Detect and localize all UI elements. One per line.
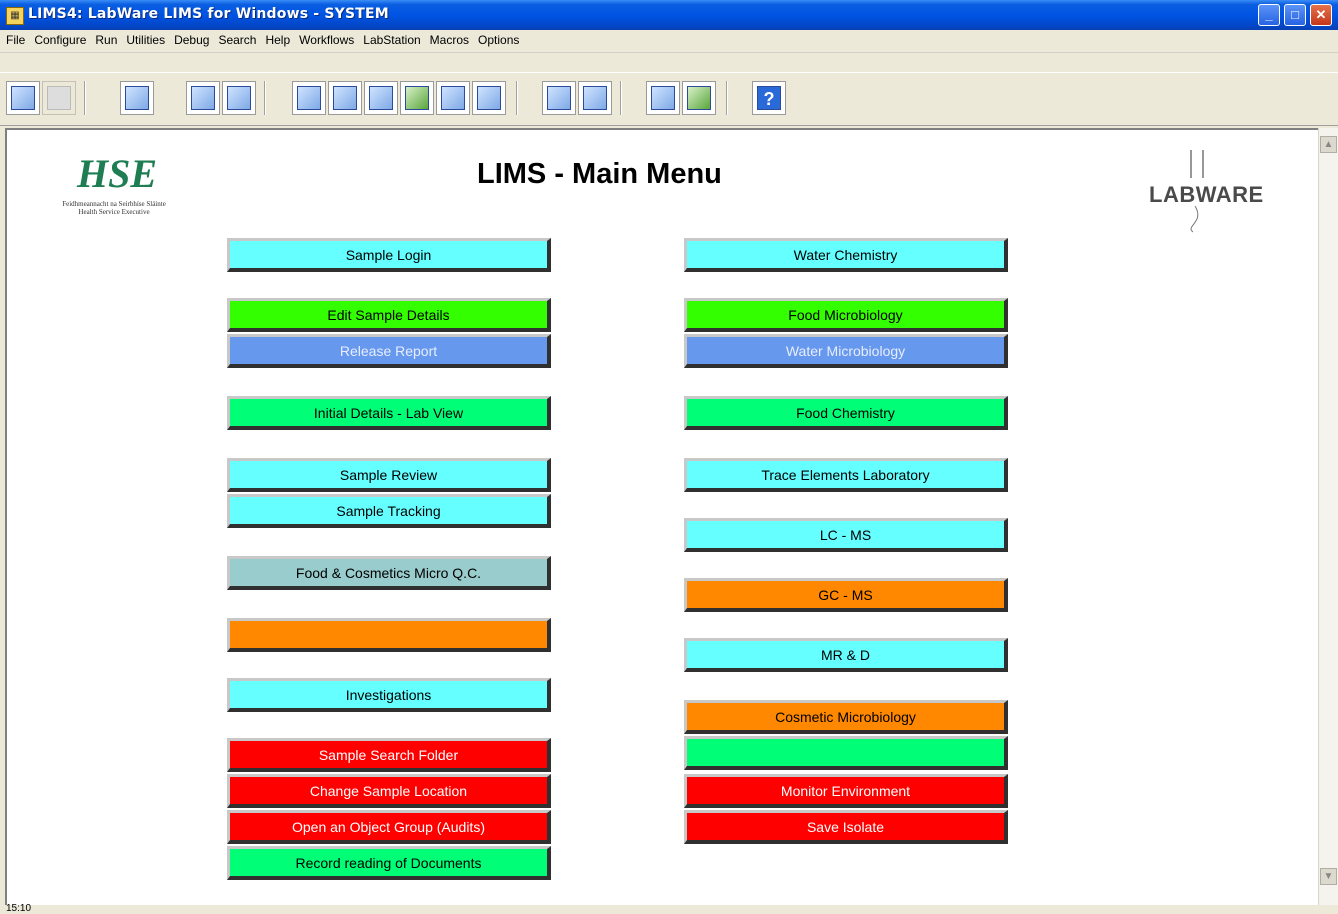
hse-logo: HSE Feidhmeannacht na Seirbhíse Sláinte … (29, 142, 199, 216)
main-menu-panel: HSE Feidhmeannacht na Seirbhíse Sláinte … (5, 128, 1318, 905)
help-icon[interactable]: ? (752, 81, 786, 115)
labware-wordmark: LABWARE (1149, 182, 1264, 207)
menu-file[interactable]: File (0, 30, 28, 50)
toolbar-separator (84, 81, 86, 115)
right-button-2[interactable]: Water Microbiology (684, 334, 1008, 368)
app-icon[interactable]: ▦ (6, 7, 24, 25)
right-button-7[interactable]: MR & D (684, 638, 1008, 672)
close-button[interactable]: ✕ (1310, 4, 1332, 26)
menu-run[interactable]: Run (89, 30, 120, 50)
toolbar: ? (0, 72, 1338, 126)
menu-configure[interactable]: Configure (28, 30, 89, 50)
spreadsheet-icon[interactable] (222, 81, 256, 115)
left-button-6[interactable]: Food & Cosmetics Micro Q.C. (227, 556, 551, 590)
report-search-icon[interactable] (578, 81, 612, 115)
hse-line2: Health Service Executive (78, 208, 150, 216)
right-button-5[interactable]: LC - MS (684, 518, 1008, 552)
menu-options[interactable]: Options (472, 30, 522, 50)
maximize-button[interactable]: □ (1284, 4, 1306, 26)
left-button-9[interactable]: Sample Search Folder (227, 738, 551, 772)
left-button-0[interactable]: Sample Login (227, 238, 551, 272)
report-icon[interactable] (542, 81, 576, 115)
left-button-3[interactable]: Initial Details - Lab View (227, 396, 551, 430)
status-time: 15:10 (6, 903, 32, 914)
vertical-scrollbar[interactable]: ▲ ▼ (1318, 128, 1338, 905)
window-title: LIMS4: LabWare LIMS for Windows - SYSTEM (28, 6, 389, 22)
right-button-1[interactable]: Food Microbiology (684, 298, 1008, 332)
right-button-0[interactable]: Water Chemistry (684, 238, 1008, 272)
left-button-11[interactable]: Open an Object Group (Audits) (227, 810, 551, 844)
left-button-1[interactable]: Edit Sample Details (227, 298, 551, 332)
exit-icon[interactable] (6, 81, 40, 115)
edit-list-icon[interactable] (328, 81, 362, 115)
hse-mark-icon: HSE (77, 151, 158, 196)
toolbar-separator (726, 81, 728, 115)
right-button-9[interactable] (684, 736, 1008, 770)
menu-debug[interactable]: Debug (168, 30, 212, 50)
menu-utilities[interactable]: Utilities (120, 30, 168, 50)
status-bar: 15:10 (0, 903, 1338, 914)
computer-icon[interactable] (120, 81, 154, 115)
minimize-button[interactable]: _ (1258, 4, 1280, 26)
right-button-11[interactable]: Save Isolate (684, 810, 1008, 844)
toolbar-separator (620, 81, 622, 115)
left-button-10[interactable]: Change Sample Location (227, 774, 551, 808)
left-button-5[interactable]: Sample Tracking (227, 494, 551, 528)
login-disabled-icon (42, 81, 76, 115)
menu-search[interactable]: Search (212, 30, 259, 50)
menu-workflows[interactable]: Workflows (293, 30, 357, 50)
left-button-4[interactable]: Sample Review (227, 458, 551, 492)
toolbar-separator (264, 81, 266, 115)
analyst-icon[interactable] (646, 81, 680, 115)
scroll-up-icon[interactable]: ▲ (1320, 136, 1337, 153)
hse-line1: Feidhmeannacht na Seirbhíse Sláinte (62, 200, 166, 208)
page-title: LIMS - Main Menu (477, 158, 722, 190)
menu-macros[interactable]: Macros (424, 30, 472, 50)
scroll-down-icon[interactable]: ▼ (1320, 868, 1337, 885)
right-button-4[interactable]: Trace Elements Laboratory (684, 458, 1008, 492)
books-icon[interactable] (682, 81, 716, 115)
title-bar: ▦ LIMS4: LabWare LIMS for Windows - SYST… (0, 0, 1338, 30)
left-button-12[interactable]: Record reading of Documents (227, 846, 551, 880)
menu-help[interactable]: Help (259, 30, 293, 50)
right-button-10[interactable]: Monitor Environment (684, 774, 1008, 808)
right-button-6[interactable]: GC - MS (684, 578, 1008, 612)
review-icon[interactable] (436, 81, 470, 115)
left-button-7[interactable] (227, 618, 551, 652)
flask-icon[interactable] (186, 81, 220, 115)
toolbar-separator (516, 81, 518, 115)
labware-logo: LABWARE (1135, 144, 1305, 234)
menu-labstation[interactable]: LabStation (357, 30, 423, 50)
right-button-8[interactable]: Cosmetic Microbiology (684, 700, 1008, 734)
results-grid-icon[interactable] (364, 81, 398, 115)
menu-bar: File Configure Run Utilities Debug Search Help… (0, 30, 1338, 53)
left-button-8[interactable]: Investigations (227, 678, 551, 712)
right-button-3[interactable]: Food Chemistry (684, 396, 1008, 430)
approve-icon[interactable] (400, 81, 434, 115)
instrument-icon[interactable] (292, 81, 326, 115)
left-button-2[interactable]: Release Report (227, 334, 551, 368)
users-icon[interactable] (472, 81, 506, 115)
